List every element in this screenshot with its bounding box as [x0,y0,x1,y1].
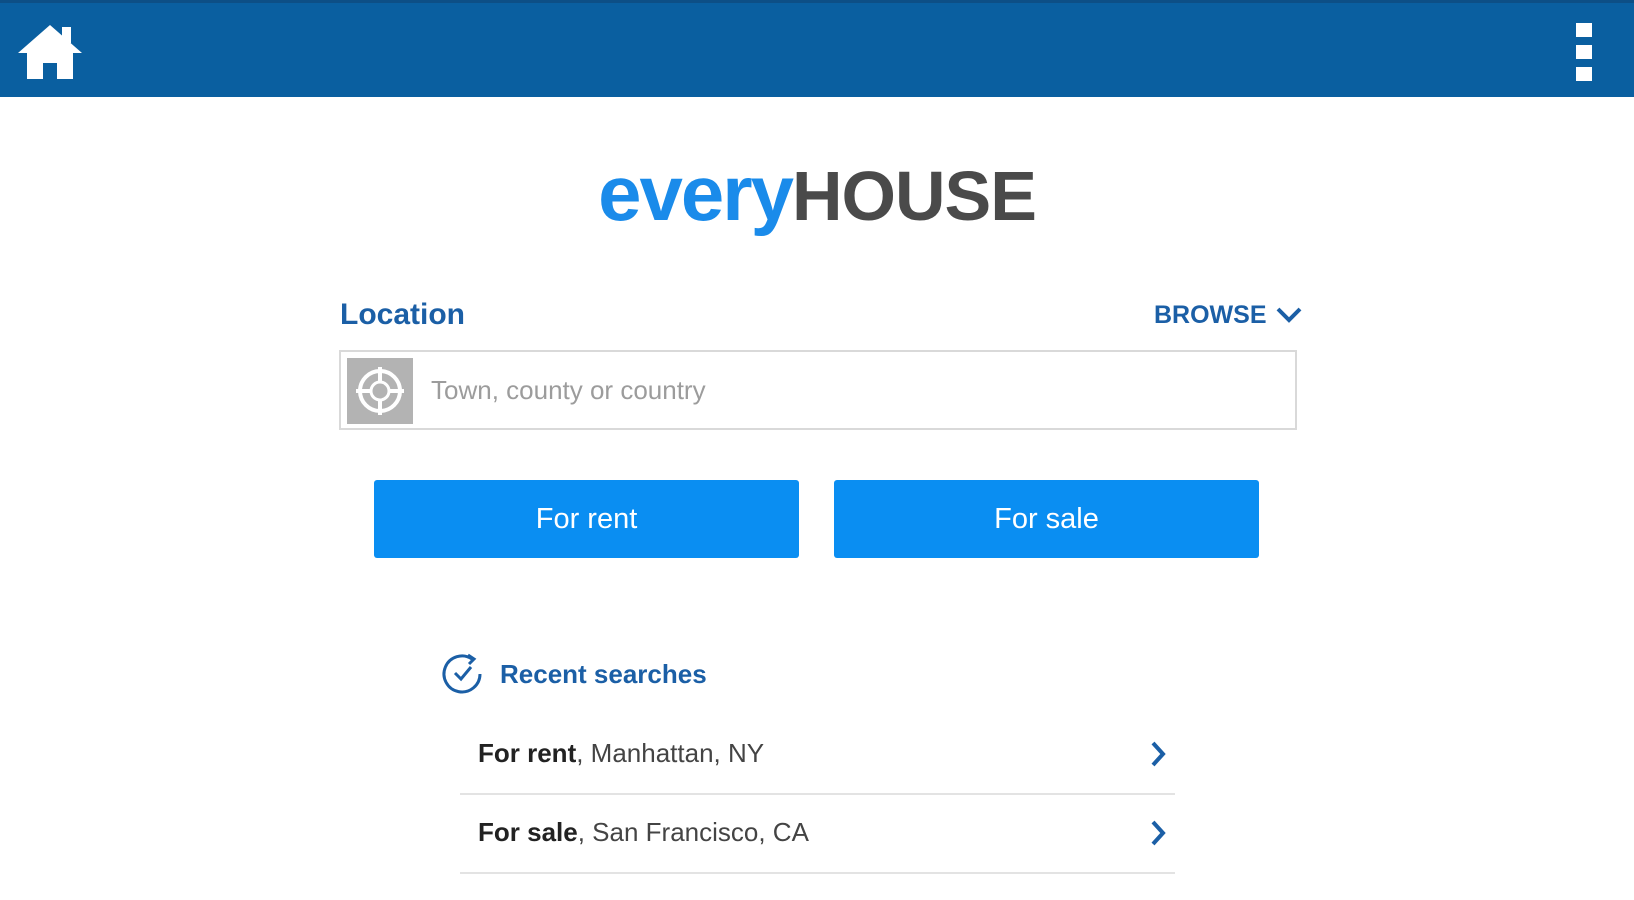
recent-search-item[interactable]: For sale, San Francisco, CA [460,795,1175,874]
recent-search-place: , Manhattan, NY [576,738,765,768]
home-icon[interactable] [16,21,84,83]
recent-searches-title: Recent searches [500,658,707,689]
for-sale-button[interactable]: For sale [834,480,1259,558]
chevron-right-icon [1151,741,1166,767]
browse-label: BROWSE [1154,300,1267,329]
for-rent-button[interactable]: For rent [374,480,799,558]
recent-searches-list: For rent, Manhattan, NY For sale, San Fr… [460,716,1175,874]
recent-search-text: For rent, Manhattan, NY [478,738,764,769]
location-search-box [339,350,1297,430]
recent-searches-header: Recent searches [440,648,707,700]
everyhouse-logo: everyHOUSE [0,145,1634,244]
locate-me-button[interactable] [347,358,413,424]
crosshair-icon [356,367,404,415]
browse-button[interactable]: BROWSE [1154,296,1303,334]
recent-search-type: For rent [478,738,577,768]
chevron-down-icon [1276,307,1301,323]
app-bar [0,0,1634,97]
location-search-input[interactable] [431,362,1281,418]
chevron-right-icon [1151,820,1166,846]
overflow-menu-icon[interactable] [1566,19,1602,85]
recent-search-text: For sale, San Francisco, CA [478,817,809,848]
history-clock-icon [442,653,482,694]
recent-search-place: , San Francisco, CA [577,817,809,847]
location-label: Location [340,298,465,331]
recent-search-item[interactable]: For rent, Manhattan, NY [460,716,1175,795]
recent-search-type: For sale [478,817,578,847]
logo-house-text: HOUSE [791,157,1037,235]
logo-every-text: every [598,149,794,237]
